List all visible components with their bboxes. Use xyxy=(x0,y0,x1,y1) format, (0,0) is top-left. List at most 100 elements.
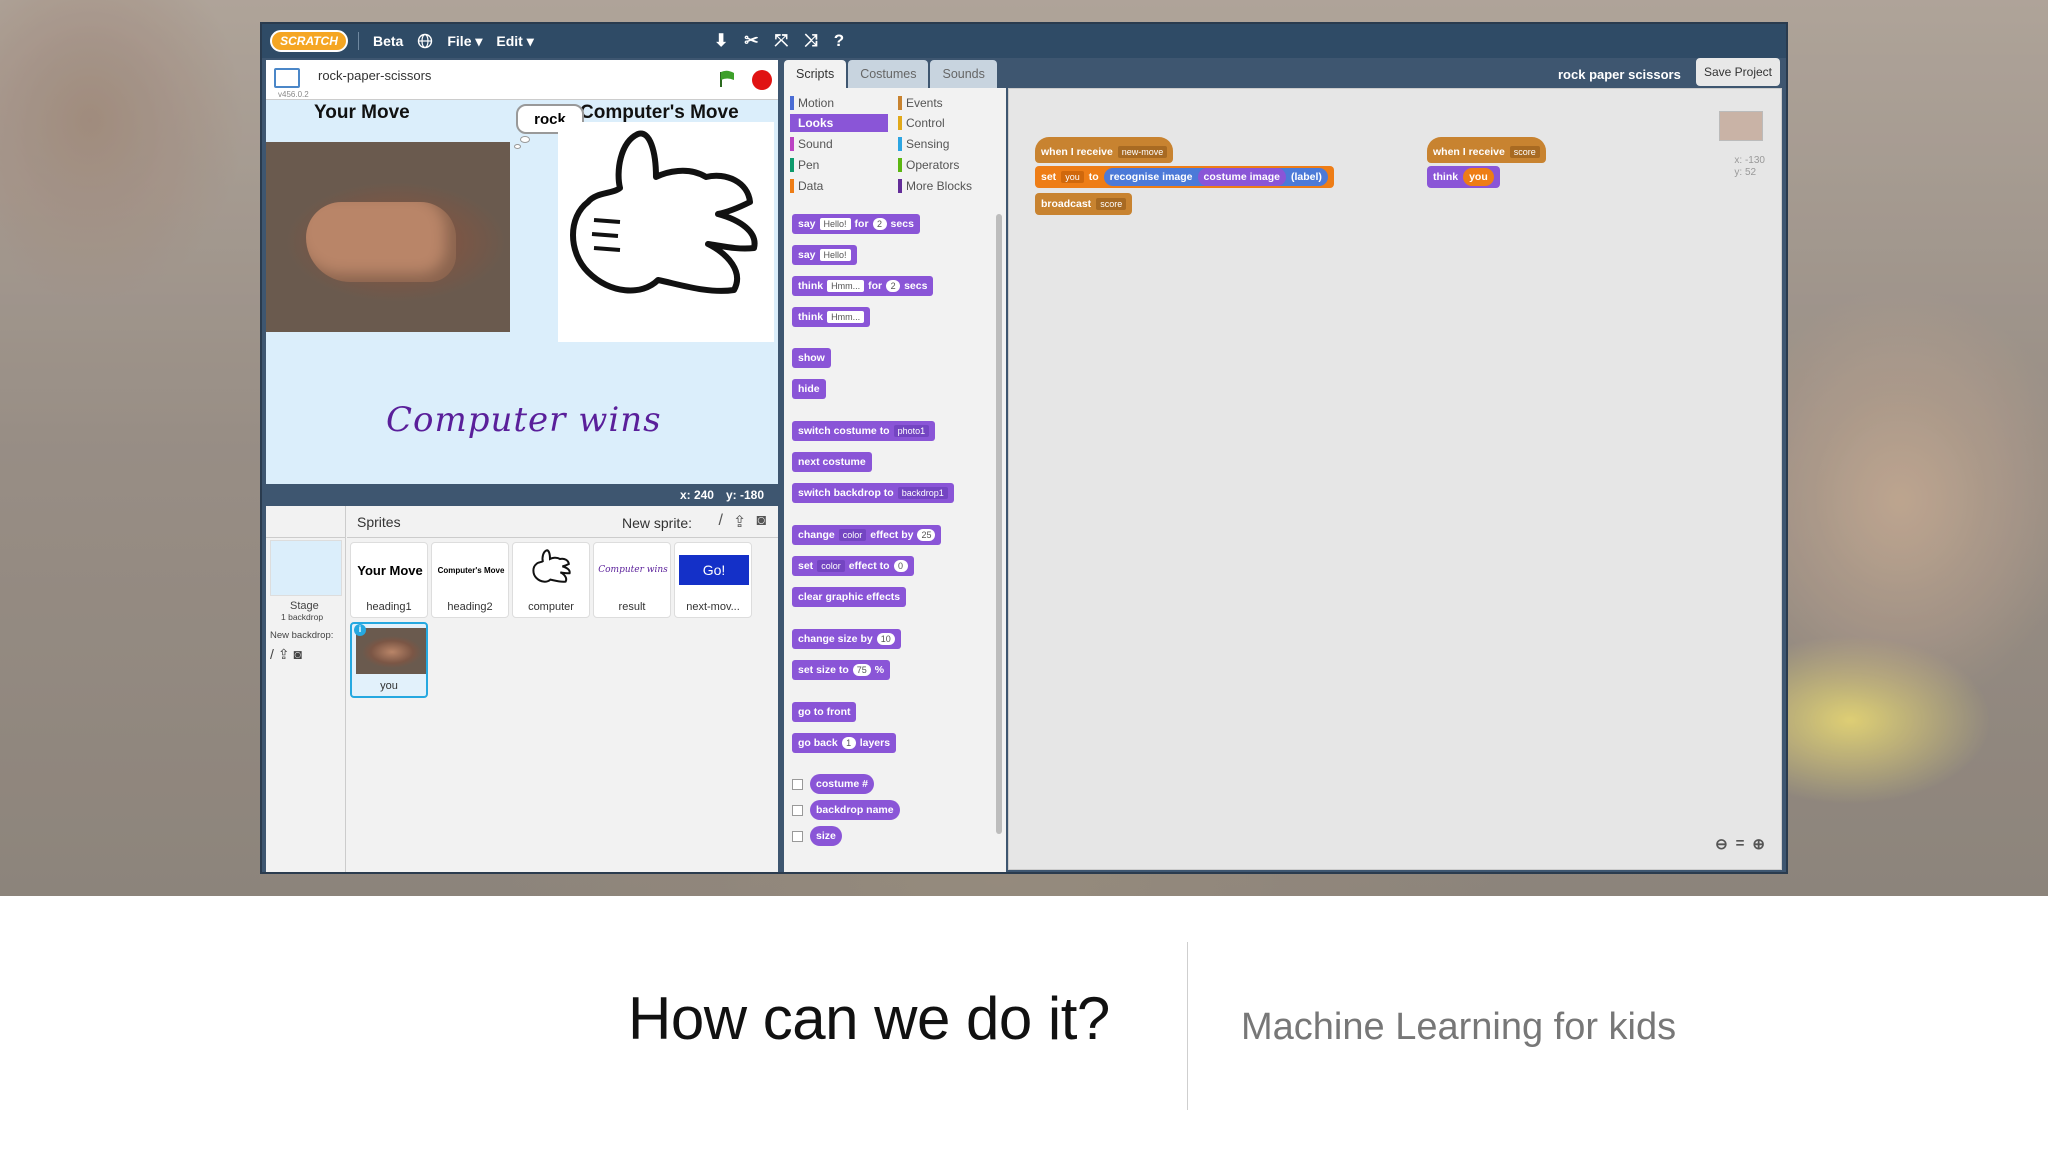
reporter-backdrop-name[interactable]: backdrop name xyxy=(810,800,900,820)
tab-costumes[interactable]: Costumes xyxy=(848,60,929,88)
checkbox-costume-number[interactable] xyxy=(792,779,803,790)
looks-blocks: say Hello! for 2 secs say Hello! think Hmm... f… xyxy=(792,214,992,864)
green-flag-icon[interactable] xyxy=(718,70,736,88)
zoom-reset-icon[interactable]: = xyxy=(1736,835,1745,853)
block-think-you[interactable]: think you xyxy=(1427,166,1500,188)
cut-icon[interactable]: ✂ xyxy=(744,31,758,51)
category-sensing[interactable]: Sensing xyxy=(898,135,996,153)
scripts-canvas[interactable]: when I receive new-move set you to recognis… xyxy=(1008,88,1782,870)
sprite-position: x: -130 y: 52 xyxy=(1734,155,1765,178)
category-events[interactable]: Events xyxy=(898,94,996,112)
sprite-tile-heading1[interactable]: Your Move heading1 xyxy=(350,542,428,618)
checkbox-size[interactable] xyxy=(792,831,803,842)
sprite-label: result xyxy=(618,601,646,613)
paint-icon[interactable]: / xyxy=(270,646,274,663)
zoom-in-icon[interactable]: ⊕ xyxy=(1752,835,1765,853)
category-looks[interactable]: Looks xyxy=(790,114,888,132)
checkbox-backdrop-name[interactable] xyxy=(792,805,803,816)
palette-scrollbar[interactable] xyxy=(996,214,1002,834)
zoom-controls: ⊖ = ⊕ xyxy=(1715,835,1765,853)
block-hide[interactable]: hide xyxy=(792,379,826,399)
new-backdrop-tools: / ⇪ ◙ xyxy=(270,646,302,663)
bubble-tail xyxy=(520,136,530,143)
block-set-effect[interactable]: set color effect to 0 xyxy=(792,556,914,576)
caption-divider xyxy=(1187,942,1188,1110)
camera-icon[interactable]: ◙ xyxy=(294,646,302,663)
globe-icon[interactable] xyxy=(417,33,433,49)
category-control[interactable]: Control xyxy=(898,114,996,132)
mouse-coordinates: x: 240 y: -180 xyxy=(266,484,778,506)
file-menu[interactable]: File ▾ xyxy=(447,33,482,50)
shrink-icon[interactable]: ⤨ xyxy=(804,31,818,51)
block-broadcast-score[interactable]: broadcast score xyxy=(1035,193,1133,215)
info-icon[interactable]: i xyxy=(354,624,366,636)
sprites-pane: Stage 1 backdrop New backdrop: / ⇪ ◙ Spr… xyxy=(266,506,778,872)
block-switch-costume[interactable]: switch costume to photo1 xyxy=(792,421,936,441)
sprite-tile-next-move[interactable]: Go! next-mov... xyxy=(674,542,752,618)
slide-title: How can we do it? xyxy=(628,985,1110,1052)
slide-subtitle: Machine Learning for kids xyxy=(1241,1006,1677,1048)
sprite-thumb: Your Move xyxy=(357,562,423,578)
sprite-thumb: Go! xyxy=(679,555,749,585)
category-pen[interactable]: Pen xyxy=(790,156,888,174)
bubble-tail xyxy=(514,144,521,149)
sprite-tile-heading2[interactable]: Computer's Move heading2 xyxy=(431,542,509,618)
category-operators[interactable]: Operators xyxy=(898,156,996,174)
block-set-size[interactable]: set size to 75% xyxy=(792,660,891,680)
block-think[interactable]: think Hmm... xyxy=(792,307,871,327)
block-recognise-image[interactable]: recognise image costume image (label) xyxy=(1103,168,1328,186)
stop-icon[interactable] xyxy=(752,70,772,90)
stage-thumbnail[interactable] xyxy=(270,540,342,596)
paint-icon[interactable]: / xyxy=(718,512,722,532)
block-switch-backdrop[interactable]: switch backdrop to backdrop1 xyxy=(792,483,954,503)
paper-hand-icon xyxy=(570,130,758,294)
edit-menu[interactable]: Edit ▾ xyxy=(496,33,533,50)
zoom-out-icon[interactable]: ⊖ xyxy=(1715,835,1728,853)
sprites-header: Sprites xyxy=(347,506,778,538)
sprite-tile-computer[interactable]: computer xyxy=(512,542,590,618)
category-more-blocks[interactable]: More Blocks xyxy=(898,177,996,195)
fullscreen-icon[interactable] xyxy=(274,68,300,88)
duplicate-icon[interactable]: ⬇ xyxy=(714,31,728,51)
category-list: Motion Looks Sound Pen Data Events Contr… xyxy=(790,94,1000,193)
block-change-effect[interactable]: change color effect by 25 xyxy=(792,525,942,545)
block-say-for-secs[interactable]: say Hello! for 2 secs xyxy=(792,214,920,234)
upload-icon[interactable]: ⇪ xyxy=(278,646,290,663)
sprite-label: next-mov... xyxy=(686,601,740,613)
tab-sounds[interactable]: Sounds xyxy=(930,60,997,88)
category-motion[interactable]: Motion xyxy=(790,94,888,112)
hat-when-i-receive-new-move[interactable]: when I receive new-move xyxy=(1035,137,1174,163)
category-data[interactable]: Data xyxy=(790,177,888,195)
computer-move-heading: Computer's Move xyxy=(580,102,739,123)
tab-scripts[interactable]: Scripts xyxy=(784,60,847,88)
save-project-button[interactable]: Save Project xyxy=(1696,58,1780,86)
block-change-size[interactable]: change size by 10 xyxy=(792,629,901,649)
upload-icon[interactable]: ⇪ xyxy=(733,512,746,532)
project-name-field[interactable]: rock-paper-scissors xyxy=(318,68,431,83)
block-palette: Motion Looks Sound Pen Data Events Contr… xyxy=(784,88,1006,872)
category-sound[interactable]: Sound xyxy=(790,135,888,153)
sprite-tile-result[interactable]: Computer wins result xyxy=(593,542,671,618)
block-clear-graphic-effects[interactable]: clear graphic effects xyxy=(792,587,907,607)
camera-icon[interactable]: ◙ xyxy=(756,512,766,532)
your-move-heading: Your Move xyxy=(314,102,410,123)
grow-icon[interactable]: ⤧ xyxy=(775,31,789,51)
block-say[interactable]: say Hello! xyxy=(792,245,857,265)
help-icon[interactable]: ? xyxy=(834,31,844,51)
hat-when-i-receive-score[interactable]: when I receive score xyxy=(1427,137,1546,163)
block-next-costume[interactable]: next costume xyxy=(792,452,872,472)
block-think-for-secs[interactable]: think Hmm... for 2 secs xyxy=(792,276,934,296)
stage[interactable]: Your Move Computer's Move rock Computer … xyxy=(266,100,778,484)
sprite-tile-you[interactable]: you i xyxy=(350,622,428,698)
block-go-back-layers[interactable]: go back 1 layers xyxy=(792,733,897,753)
reporter-size[interactable]: size xyxy=(810,826,842,846)
scratch-window: SCRATCH Beta File ▾ Edit ▾ ⬇ ✂ ⤧ ⤨ ? v45… xyxy=(260,22,1788,874)
reporter-costume-number[interactable]: costume # xyxy=(810,774,874,794)
block-set-you-to[interactable]: set you to recognise image costume image (la… xyxy=(1035,166,1334,188)
sprite-label: you xyxy=(380,680,398,692)
block-show[interactable]: show xyxy=(792,348,831,368)
scratch-logo[interactable]: SCRATCH xyxy=(270,30,348,52)
block-go-to-front[interactable]: go to front xyxy=(792,702,857,722)
beta-label: Beta xyxy=(373,33,404,49)
stage-header: v456.0.2 rock-paper-scissors xyxy=(266,60,778,100)
